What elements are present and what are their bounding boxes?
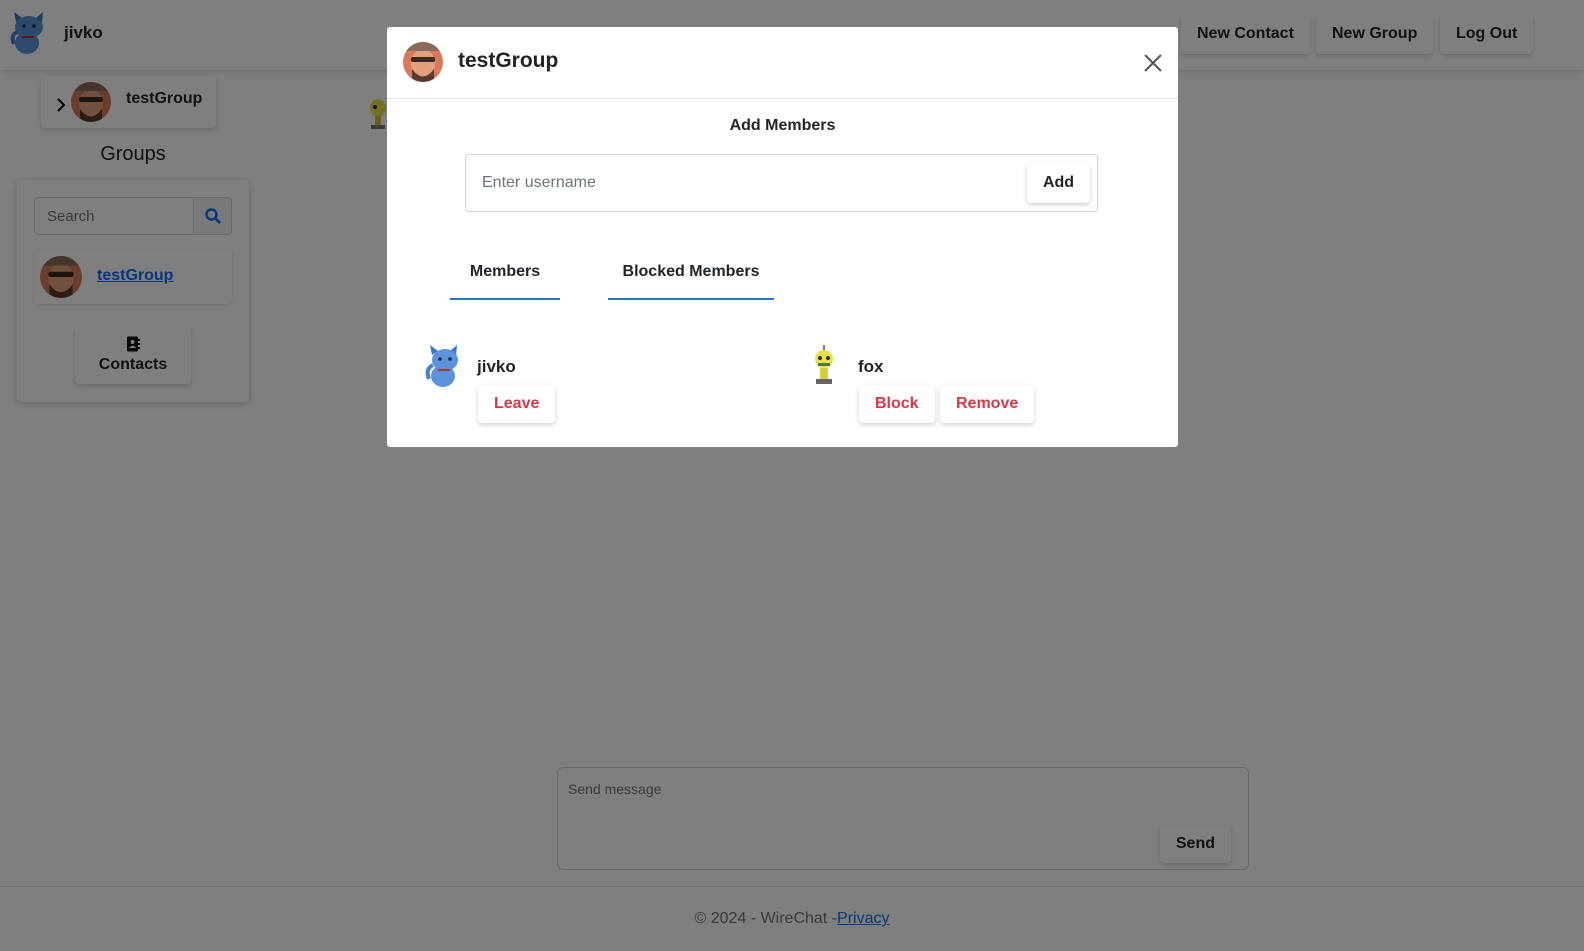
group-settings-modal: testGroup Add Members Enter username Add… xyxy=(387,27,1178,447)
add-member-form: Enter username Add xyxy=(465,154,1098,212)
username-input[interactable]: Enter username xyxy=(482,174,596,192)
add-members-heading: Add Members xyxy=(729,117,836,134)
tab-blocked-members[interactable]: Blocked Members xyxy=(608,259,774,300)
modal-title: testGroup xyxy=(458,49,559,72)
close-icon[interactable] xyxy=(1143,53,1163,73)
fox-avatar-icon xyxy=(815,345,833,384)
add-member-button[interactable]: Add xyxy=(1027,163,1090,203)
block-button[interactable]: Block xyxy=(859,385,935,423)
group-avatar xyxy=(403,42,443,82)
remove-button[interactable]: Remove xyxy=(940,385,1035,423)
tab-members[interactable]: Members xyxy=(450,259,560,300)
modal-header: testGroup xyxy=(387,27,1178,99)
member-name: fox xyxy=(858,357,884,376)
tab-blocked-label: Blocked Members xyxy=(622,263,760,280)
tab-members-label: Members xyxy=(469,263,541,280)
member-name: jivko xyxy=(477,357,516,376)
leave-button[interactable]: Leave xyxy=(478,385,556,423)
cat-avatar-icon xyxy=(425,345,458,387)
